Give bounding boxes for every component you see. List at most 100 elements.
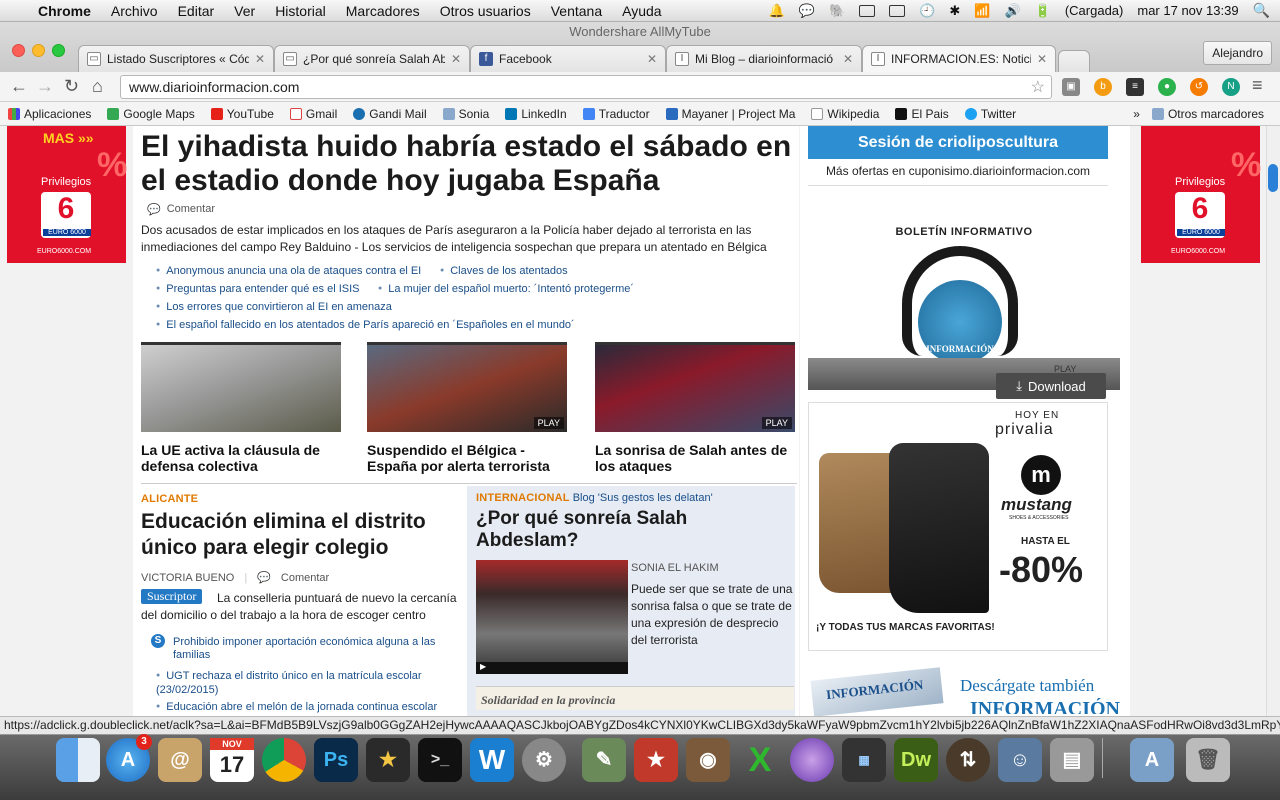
new-tab-button[interactable] — [1058, 50, 1090, 72]
close-icon[interactable]: ✕ — [255, 52, 265, 66]
bookmark-twitter[interactable]: Twitter — [964, 107, 1016, 121]
word-icon[interactable]: W — [470, 738, 514, 782]
related-link[interactable]: El español fallecido en los atentados de… — [156, 319, 574, 331]
alicante-headline[interactable]: Educación elimina el distrito único para… — [141, 509, 461, 561]
play-icon[interactable]: ▶ — [480, 662, 486, 671]
solidaridad-header[interactable]: Solidaridad en la provincia — [476, 686, 794, 710]
home-icon[interactable]: ⌂ — [92, 76, 103, 97]
bookmark-app-icon[interactable]: ★ — [634, 738, 678, 782]
video-controls-bar[interactable] — [476, 662, 628, 674]
tab-listado-suscriptores[interactable]: ▭ Listado Suscriptores « Códi ✕ — [78, 45, 274, 72]
promo-more-offers-link[interactable]: Más ofertas en cuponisimo.diarioinformac… — [808, 164, 1108, 178]
play-label[interactable]: PLAY — [533, 417, 564, 429]
bookmark-linkedin[interactable]: LinkedIn — [505, 107, 567, 121]
belgium-spain-video-thumbnail[interactable]: PLAY — [367, 342, 567, 432]
menu-editar[interactable]: Editar — [168, 3, 225, 19]
printer-icon[interactable]: ▤ — [1050, 738, 1094, 782]
url-text[interactable]: www.diarioinformacion.com — [129, 79, 299, 95]
menu-marcadores[interactable]: Marcadores — [336, 3, 430, 19]
bookmark-gandi-mail[interactable]: Gandi Mail — [353, 107, 427, 121]
profile-button[interactable]: Alejandro — [1203, 41, 1272, 65]
eu-soldier-thumbnail[interactable] — [141, 342, 341, 432]
imovie-icon[interactable]: ★ — [366, 738, 410, 782]
related-link[interactable]: Preguntas para entender qué es el ISIS — [156, 283, 359, 295]
iphoto-icon[interactable]: ◉ — [686, 738, 730, 782]
time-machine-icon[interactable]: 🕘 — [919, 3, 935, 19]
contacts-icon[interactable]: @ — [158, 738, 202, 782]
new-extension-icon[interactable]: N — [1222, 78, 1240, 96]
transmission-icon[interactable]: ⇅ — [946, 738, 990, 782]
bookmark-traductor[interactable]: Traductor — [582, 107, 650, 121]
calendar-icon[interactable]: NOV 17 — [210, 738, 254, 782]
evernote-extension-icon[interactable]: ● — [1158, 78, 1176, 96]
photoshop-icon[interactable]: Ps — [314, 738, 358, 782]
download-button[interactable]: ⤓ Download — [996, 373, 1106, 399]
comment-link[interactable]: 💬 Comentar — [147, 203, 215, 216]
chat-bubble-icon[interactable]: 💬 — [799, 3, 815, 19]
reload-icon[interactable]: ↻ — [64, 76, 79, 97]
monitor-icon[interactable] — [889, 4, 906, 17]
applications-folder-icon[interactable]: A — [1130, 738, 1174, 782]
menu-otros-usuarios[interactable]: Otros usuarios — [430, 3, 541, 19]
related-link[interactable]: UGT rechaza el distrito único en la matr… — [156, 670, 456, 697]
layers-extension-icon[interactable]: ≡ — [1126, 78, 1144, 96]
euro6000-ad-right[interactable]: % Privilegios 6 EURO 6000 EURO6000.COM — [1141, 126, 1261, 263]
tab-mi-blog[interactable]: I Mi Blog – diarioinformació ✕ — [666, 45, 862, 72]
dreamweaver-icon[interactable]: Dw — [894, 738, 938, 782]
privalia-mustang-ad[interactable]: HOY EN privalia m mustang SHOES & ACCESS… — [808, 402, 1108, 651]
bookmark-gmail[interactable]: Gmail — [289, 107, 337, 121]
preview-icon[interactable]: ✎ — [582, 738, 626, 782]
screen-icon[interactable] — [859, 4, 876, 17]
terminal-icon[interactable]: >_ — [418, 738, 462, 782]
bookmark-el-pais[interactable]: El Pais — [895, 107, 949, 121]
bookmark-wikipedia[interactable]: Wikipedia — [811, 107, 879, 121]
dashboard-icon[interactable]: ▦ — [842, 738, 886, 782]
back-arrow-icon[interactable]: ← — [10, 76, 28, 97]
chrome-menu-icon[interactable]: ≡ — [1252, 75, 1263, 96]
tab-salah[interactable]: ▭ ¿Por qué sonreía Salah Abd ✕ — [274, 45, 470, 72]
sync-extension-icon[interactable]: ↺ — [1190, 78, 1208, 96]
excel-icon[interactable]: X — [738, 738, 782, 782]
internacional-headline[interactable]: ¿Por qué sonreía Salah Abdeslam? — [476, 508, 786, 552]
clock[interactable]: mar 17 nov 13:39 — [1137, 3, 1238, 18]
comment-link[interactable]: Comentar — [281, 572, 329, 584]
thumb-caption[interactable]: Suspendido el Bélgica - España por alert… — [367, 442, 567, 474]
thumb-caption[interactable]: La UE activa la cláusula de defensa cole… — [141, 442, 341, 474]
bluetooth-icon[interactable]: ✱ — [949, 3, 960, 19]
tab-facebook[interactable]: f Facebook ✕ — [470, 45, 666, 72]
wifi-icon[interactable]: 📶 — [974, 3, 990, 19]
volume-icon[interactable]: 🔊 — [1004, 3, 1020, 19]
vertical-scrollbar[interactable] — [1266, 126, 1280, 716]
bookmark-mayaner[interactable]: Mayaner | Project Ma — [665, 107, 795, 121]
thumb-caption[interactable]: La sonrisa de Salah antes de los ataques — [595, 442, 795, 474]
tag-extension-icon[interactable]: ▣ — [1062, 78, 1080, 96]
battery-status[interactable]: (Cargada) — [1065, 3, 1124, 18]
salah-video-player[interactable]: ▶ — [476, 560, 628, 674]
bookmark-aplicaciones[interactable]: Aplicaciones — [8, 107, 91, 121]
close-icon[interactable]: ✕ — [843, 52, 853, 66]
menu-ayuda[interactable]: Ayuda — [612, 3, 671, 19]
close-icon[interactable]: ✕ — [451, 52, 461, 66]
battery-icon[interactable]: 🔋 — [1035, 3, 1051, 19]
zoom-window-button[interactable] — [52, 44, 65, 57]
chrome-icon[interactable] — [262, 738, 306, 782]
close-icon[interactable]: ✕ — [1037, 52, 1047, 66]
menu-app-chrome[interactable]: Chrome — [28, 3, 101, 19]
forward-arrow-icon[interactable]: → — [36, 76, 54, 97]
comment-bubble-icon[interactable]: 💬 — [257, 571, 271, 584]
system-preferences-icon[interactable]: ⚙ — [522, 738, 566, 782]
related-link[interactable]: Anonymous anuncia una ola de ataques con… — [156, 265, 421, 277]
bookmark-otros-marcadores[interactable]: Otros marcadores — [1151, 107, 1264, 121]
promo-title[interactable]: Sesión de crioliposcultura — [808, 126, 1108, 159]
related-link[interactable]: Los errores que convirtieron al EI en am… — [156, 301, 392, 313]
b-extension-icon[interactable]: b — [1094, 78, 1112, 96]
menu-historial[interactable]: Historial — [265, 3, 336, 19]
address-bar[interactable]: www.diarioinformacion.com ☆ — [120, 75, 1052, 99]
related-link[interactable]: Claves de los atentados — [440, 265, 567, 277]
trash-icon[interactable]: 🗑 — [1186, 738, 1230, 782]
photo-booth-icon[interactable]: ☺ — [998, 738, 1042, 782]
notification-bell-icon[interactable]: 🔔 — [769, 3, 785, 19]
related-link[interactable]: La mujer del español muerto: ´Intentó pr… — [378, 283, 634, 295]
minimize-window-button[interactable] — [32, 44, 45, 57]
section-label[interactable]: ALICANTE — [141, 493, 198, 505]
